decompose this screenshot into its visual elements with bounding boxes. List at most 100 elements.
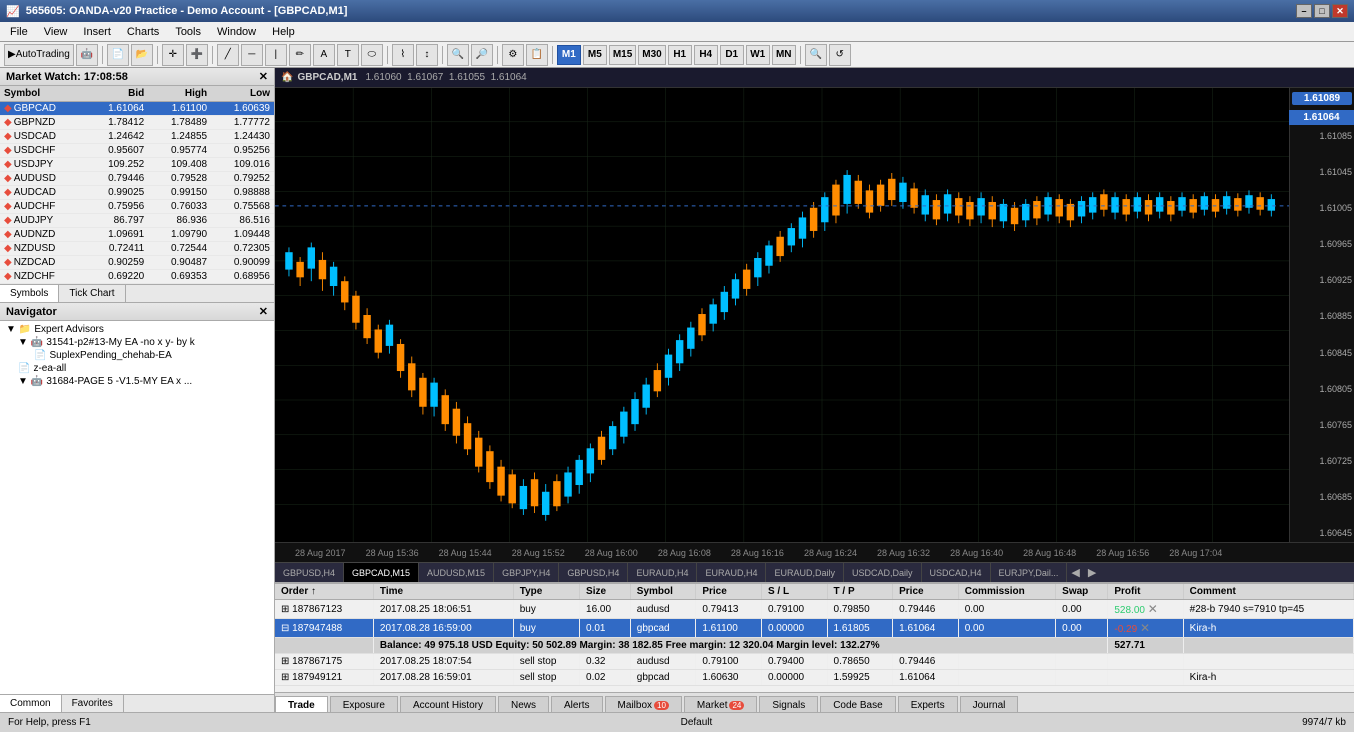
tf-m30[interactable]: M30 <box>638 45 665 65</box>
tabs-scroll-right[interactable]: ▶ <box>1084 566 1100 579</box>
market-watch-row[interactable]: ◆NZDCAD 0.90259 0.90487 0.90099 <box>0 256 274 270</box>
maximize-button[interactable]: □ <box>1314 4 1330 18</box>
market-watch-row[interactable]: ◆AUDJPY 86.797 86.936 86.516 <box>0 214 274 228</box>
th-price[interactable]: Price <box>696 584 762 600</box>
navigator-close-icon[interactable]: ✕ <box>259 305 268 318</box>
market-watch-close-icon[interactable]: ✕ <box>259 70 268 83</box>
th-order[interactable]: Order ↑ <box>275 584 373 600</box>
menu-help[interactable]: Help <box>264 24 303 40</box>
close-order-btn[interactable]: ✕ <box>1140 621 1150 635</box>
tf-h1[interactable]: H1 <box>668 45 692 65</box>
chart-tab-audusd-m15[interactable]: AUDUSD,M15 <box>419 563 494 582</box>
market-watch-scroll[interactable]: Symbol Bid High Low ◆GBPCAD 1.61064 1.61… <box>0 86 274 284</box>
tf-d1[interactable]: D1 <box>720 45 744 65</box>
market-watch-row[interactable]: ◆USDCAD 1.24642 1.24855 1.24430 <box>0 130 274 144</box>
th-comment[interactable]: Comment <box>1183 584 1353 600</box>
nav-expert-advisors[interactable]: ▼ 📁 Expert Advisors <box>2 323 272 336</box>
tf-m1[interactable]: M1 <box>557 45 581 65</box>
terminal-row[interactable]: ⊞ 187867175 2017.08.25 18:07:54 sell sto… <box>275 654 1354 670</box>
th-size[interactable]: Size <box>580 584 631 600</box>
crosshair-btn[interactable]: ✛ <box>162 44 184 66</box>
nav-ea-2[interactable]: 📄 z-ea-all <box>2 362 272 375</box>
zoom-in-btn[interactable]: ➕ <box>186 44 208 66</box>
nav-ea-3[interactable]: ▼ 🤖 31684-PAGE 5 -V1.5-MY EA x ... <box>2 375 272 388</box>
terminal-tab-account-history[interactable]: Account History <box>400 696 496 712</box>
market-watch-row[interactable]: ◆USDJPY 109.252 109.408 109.016 <box>0 158 274 172</box>
chart-tab-euraud-h4-2[interactable]: EURAUD,H4 <box>697 563 766 582</box>
chart-tab-gbpcad-m15[interactable]: GBPCAD,M15 <box>344 563 419 582</box>
tf-h4[interactable]: H4 <box>694 45 718 65</box>
terminal-row[interactable]: Balance: 49 975.18 USD Equity: 50 502.89… <box>275 638 1354 654</box>
th-time[interactable]: Time <box>373 584 513 600</box>
terminal-row[interactable]: ⊞ 187949121 2017.08.28 16:59:01 sell sto… <box>275 670 1354 686</box>
chart-tab-usdcad-h4[interactable]: USDCAD,H4 <box>922 563 991 582</box>
terminal-row[interactable]: ⊟ 187947488 2017.08.28 16:59:00 buy 0.01… <box>275 619 1354 638</box>
chart-tab-usdcad-daily[interactable]: USDCAD,Daily <box>844 563 922 582</box>
th-tp[interactable]: T / P <box>827 584 893 600</box>
chart-tab-euraud-h4[interactable]: EURAUD,H4 <box>628 563 697 582</box>
menu-insert[interactable]: Insert <box>75 24 119 40</box>
prop-btn[interactable]: ⚙ <box>502 44 524 66</box>
th-current-price[interactable]: Price <box>893 584 959 600</box>
menu-window[interactable]: Window <box>209 24 264 40</box>
tab-symbols[interactable]: Symbols <box>0 285 59 302</box>
terminal-tab-alerts[interactable]: Alerts <box>551 696 603 712</box>
terminal-row[interactable]: ⊞ 187867123 2017.08.25 18:06:51 buy 16.0… <box>275 600 1354 619</box>
th-type[interactable]: Type <box>513 584 579 600</box>
arrow-btn[interactable]: ↕ <box>416 44 438 66</box>
th-profit[interactable]: Profit <box>1108 584 1183 600</box>
terminal-tab-experts[interactable]: Experts <box>898 696 958 712</box>
vline-btn[interactable]: | <box>265 44 287 66</box>
terminal-tab-news[interactable]: News <box>498 696 549 712</box>
terminal-table-container[interactable]: Order ↑ Time Type Size Symbol Price S / … <box>275 584 1354 692</box>
th-swap[interactable]: Swap <box>1056 584 1108 600</box>
tf-m5[interactable]: M5 <box>583 45 607 65</box>
market-watch-row[interactable]: ◆GBPNZD 1.78412 1.78489 1.77772 <box>0 116 274 130</box>
market-watch-row[interactable]: ◆USDCHF 0.95607 0.95774 0.95256 <box>0 144 274 158</box>
col-low[interactable]: Low <box>211 86 274 102</box>
zoom-out-btn[interactable]: 🔎 <box>471 44 493 66</box>
market-watch-row[interactable]: ◆AUDNZD 1.09691 1.09790 1.09448 <box>0 228 274 242</box>
market-watch-row[interactable]: ◆AUDUSD 0.79446 0.79528 0.79252 <box>0 172 274 186</box>
refresh-btn[interactable]: ↺ <box>829 44 851 66</box>
market-watch-row[interactable]: ◆NZDCHF 0.69220 0.69353 0.68956 <box>0 270 274 284</box>
terminal-tab-exposure[interactable]: Exposure <box>330 696 398 712</box>
chart-tab-gbpusd-h4[interactable]: GBPUSD,H4 <box>275 563 344 582</box>
menu-file[interactable]: File <box>2 24 36 40</box>
fib-btn[interactable]: ⌇ <box>392 44 414 66</box>
nav-ea-1-sub[interactable]: 📄 SuplexPending_chehab-EA <box>2 349 272 362</box>
expert-icon-btn[interactable]: 🤖 <box>76 44 98 66</box>
th-symbol[interactable]: Symbol <box>630 584 696 600</box>
market-watch-row[interactable]: ◆NZDUSD 0.72411 0.72544 0.72305 <box>0 242 274 256</box>
terminal-tab-codebase[interactable]: Code Base <box>820 696 895 712</box>
open-btn[interactable]: 📂 <box>131 44 153 66</box>
tab-tick-chart[interactable]: Tick Chart <box>59 285 125 302</box>
col-high[interactable]: High <box>148 86 211 102</box>
tf-m15[interactable]: M15 <box>609 45 636 65</box>
terminal-tab-mailbox[interactable]: Mailbox10 <box>605 696 682 712</box>
terminal-tab-market[interactable]: Market24 <box>684 696 757 712</box>
chart-tab-euraud-daily[interactable]: EURAUD,Daily <box>766 563 844 582</box>
chart-tab-gbpjpy-h4[interactable]: GBPJPY,H4 <box>494 563 559 582</box>
text-btn[interactable]: A <box>313 44 335 66</box>
pen-btn[interactable]: ✏ <box>289 44 311 66</box>
col-bid[interactable]: Bid <box>85 86 148 102</box>
label-btn[interactable]: T <box>337 44 359 66</box>
market-watch-row[interactable]: ◆GBPCAD 1.61064 1.61100 1.60639 <box>0 102 274 116</box>
menu-charts[interactable]: Charts <box>119 24 167 40</box>
tf-w1[interactable]: W1 <box>746 45 770 65</box>
nav-ea-1[interactable]: ▼ 🤖 31541-p2#13-My EA -no x y- by k <box>2 336 272 349</box>
chart-tab-gbpusd-h4-2[interactable]: GBPUSD,H4 <box>559 563 628 582</box>
market-watch-row[interactable]: ◆AUDCHF 0.75956 0.76033 0.75568 <box>0 200 274 214</box>
nav-tab-favorites[interactable]: Favorites <box>62 695 124 712</box>
autotrade-button[interactable]: ▶ AutoTrading <box>4 44 74 66</box>
menu-tools[interactable]: Tools <box>167 24 209 40</box>
th-commission[interactable]: Commission <box>958 584 1055 600</box>
zoom-in2-btn[interactable]: 🔍 <box>447 44 469 66</box>
new-chart-btn[interactable]: 📄 <box>107 44 129 66</box>
ellipse-btn[interactable]: ⬭ <box>361 44 383 66</box>
terminal-tab-trade[interactable]: Trade <box>275 696 328 712</box>
search-btn[interactable]: 🔍 <box>805 44 827 66</box>
tabs-scroll-left[interactable]: ◀ <box>1067 566 1083 579</box>
close-order-btn[interactable]: ✕ <box>1148 602 1158 616</box>
